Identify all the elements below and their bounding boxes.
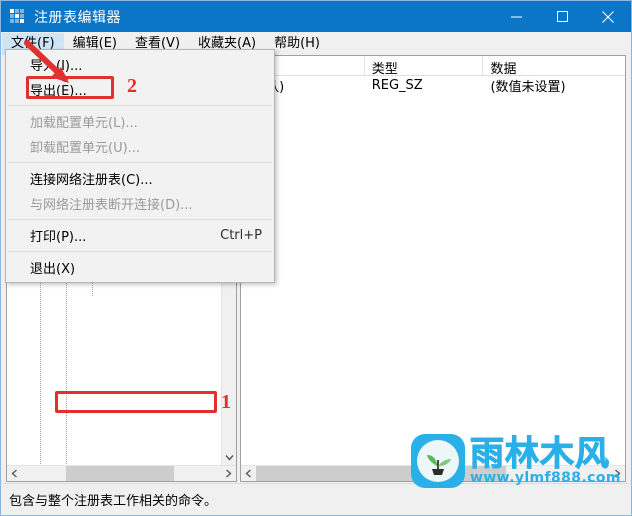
registry-grid-icon (10, 8, 26, 25)
registry-editor-window: 注册表编辑器 文件(F) 编辑(E) 查看(V) 收藏夹(A) 帮助(H) 类型… (0, 0, 632, 516)
values-column-header: 名称 类型 数据 (241, 56, 625, 77)
tree-horizontal-scrollbar[interactable] (7, 465, 236, 481)
close-icon[interactable] (585, 1, 631, 32)
value-data-cell: (数值未设置) (490, 79, 566, 95)
scroll-right-icon[interactable] (221, 466, 236, 481)
column-header-data[interactable]: 数据 (483, 56, 625, 77)
registry-values-pane[interactable]: 名称 类型 数据 (默认) REG_SZ (数值未设置) (240, 55, 626, 482)
menu-item-label: 连接网络注册表(C)... (30, 173, 153, 188)
exit-menu-item[interactable]: 退出(X) (6, 255, 274, 280)
menu-item-label: 退出(X) (30, 262, 76, 277)
title-bar[interactable]: 注册表编辑器 (1, 1, 631, 32)
menu-separator (8, 105, 272, 106)
values-row-list: (默认) REG_SZ (数值未设置) (241, 75, 625, 466)
minimize-icon[interactable] (493, 1, 539, 32)
tree-hscroll-track[interactable] (22, 466, 221, 481)
tree-horizontal-scroll-thumb[interactable] (66, 466, 174, 481)
watermark-text: 雨林木风 www.ylmf888.com (470, 434, 621, 487)
annotation-label-2: 2 (127, 75, 137, 97)
maximize-icon[interactable] (539, 1, 585, 32)
scroll-left-icon[interactable] (7, 466, 22, 481)
menu-item-label: 打印(P)... (30, 230, 87, 245)
disconnect-network-registry-menu-item[interactable]: 与网络注册表断开连接(D)... (6, 191, 274, 216)
menu-item-label: 加载配置单元(L)... (30, 116, 138, 131)
menu-separator (8, 162, 272, 163)
watermark-sprout-icon (417, 440, 459, 482)
load-hive-menu-item[interactable]: 加载配置单元(L)... (6, 109, 274, 134)
menu-separator (8, 251, 272, 252)
print-menu-item[interactable]: 打印(P)... Ctrl+P (6, 223, 274, 248)
window-controls (493, 1, 631, 32)
status-text: 包含与整个注册表工作相关的命令。 (9, 493, 218, 509)
scroll-down-icon[interactable] (222, 449, 236, 466)
watermark-url: www.ylmf888.com (470, 470, 621, 486)
menu-item-label: 卸载配置单元(U)... (30, 141, 141, 156)
watermark-badge-icon (411, 434, 465, 488)
value-type-cell: REG_SZ (371, 77, 423, 93)
annotation-label-1: 1 (221, 391, 231, 413)
menu-item-label: 与网络注册表断开连接(D)... (30, 198, 193, 213)
annotation-arrow (24, 40, 69, 83)
menu-separator (8, 219, 272, 220)
watermark-brand: 雨林木风 (470, 434, 610, 474)
connect-network-registry-menu-item[interactable]: 连接网络注册表(C)... (6, 166, 274, 191)
table-row[interactable]: (默认) REG_SZ (数值未设置) (241, 75, 625, 95)
watermark: 雨林木风 www.ylmf888.com (411, 430, 623, 492)
unload-hive-menu-item[interactable]: 卸载配置单元(U)... (6, 134, 274, 159)
scroll-left-icon[interactable] (241, 466, 256, 481)
window-title: 注册表编辑器 (34, 9, 121, 26)
menu-item-accelerator: Ctrl+P (220, 228, 262, 243)
column-header-type[interactable]: 类型 (365, 56, 484, 77)
